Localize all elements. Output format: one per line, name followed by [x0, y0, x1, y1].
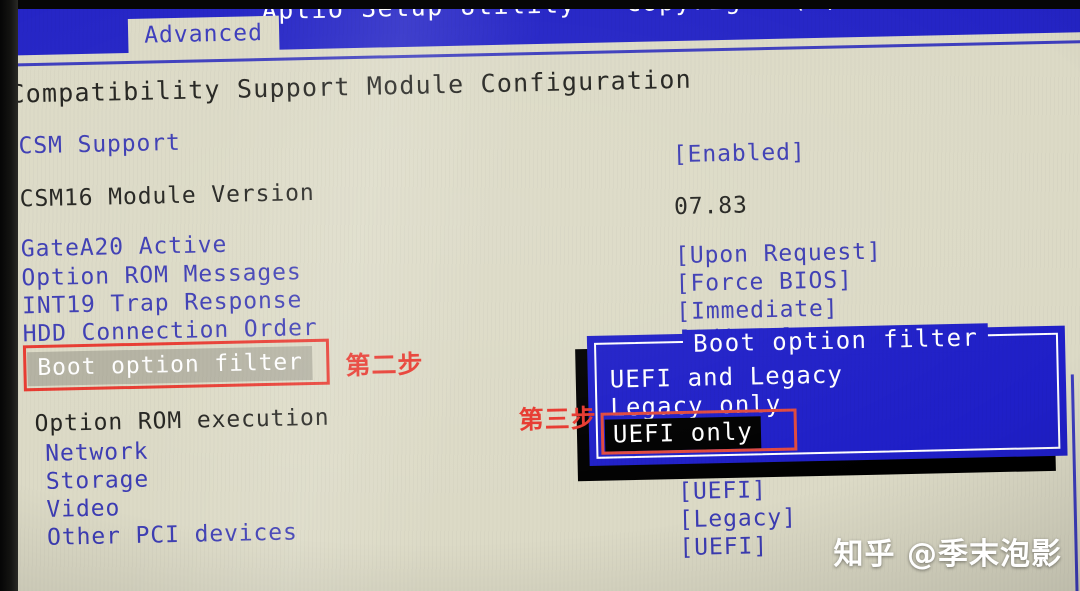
annotation-label-step2: 第二步 — [345, 349, 424, 381]
section-value-video[interactable]: [UEFI] — [679, 533, 768, 561]
annotation-box-step3 — [600, 408, 798, 455]
section-value-network[interactable]: [UEFI] — [678, 477, 767, 505]
section-value-storage[interactable]: [Legacy] — [679, 504, 798, 533]
setting-value-int19-trap-response[interactable]: [Immediate] — [676, 296, 839, 326]
setting-label-csm-support[interactable]: CSM Support — [18, 130, 181, 160]
setting-label-int19-trap-response[interactable]: INT19 Trap Response — [22, 287, 303, 319]
page-title: Compatibility Support Module Configurati… — [9, 64, 693, 109]
setting-label-option-rom-messages[interactable]: Option ROM Messages — [21, 259, 302, 291]
setting-value-csm16-module-version: 07.83 — [673, 192, 749, 221]
section-heading-option-rom-execution: Option ROM execution — [34, 404, 330, 438]
dialog-option-uefi-and-legacy[interactable]: UEFI and Legacy — [609, 360, 843, 393]
setting-value-gatea20-active[interactable]: [Upon Request] — [675, 239, 882, 269]
monitor-bezel-left — [0, 0, 18, 591]
section-label-other-pci-devices[interactable]: Other PCI devices — [47, 519, 298, 550]
bios-screen: Aptio Setup Utility - Copyright (C) 2020… — [0, 0, 1080, 591]
section-label-storage[interactable]: Storage — [46, 467, 150, 495]
setting-value-csm-support[interactable]: [Enabled] — [673, 139, 806, 168]
section-label-network[interactable]: Network — [45, 439, 149, 467]
zhihu-watermark: 知乎 @季末泡影 — [833, 537, 1062, 572]
setting-label-csm16-module-version: CSM16 Module Version — [19, 179, 315, 213]
monitor-bezel-top — [0, 0, 1080, 9]
setting-label-gatea20-active[interactable]: GateA20 Active — [21, 232, 228, 262]
setting-value-option-rom-messages[interactable]: [Force BIOS] — [675, 267, 852, 297]
help-panel-edge — [1070, 373, 1080, 591]
photo-of-monitor: Aptio Setup Utility - Copyright (C) 2020… — [0, 0, 1080, 591]
section-label-video[interactable]: Video — [46, 495, 120, 523]
annotation-label-step3: 第三步 — [518, 403, 597, 435]
tab-advanced[interactable]: Advanced — [127, 15, 280, 55]
annotation-box-step2 — [22, 338, 330, 392]
